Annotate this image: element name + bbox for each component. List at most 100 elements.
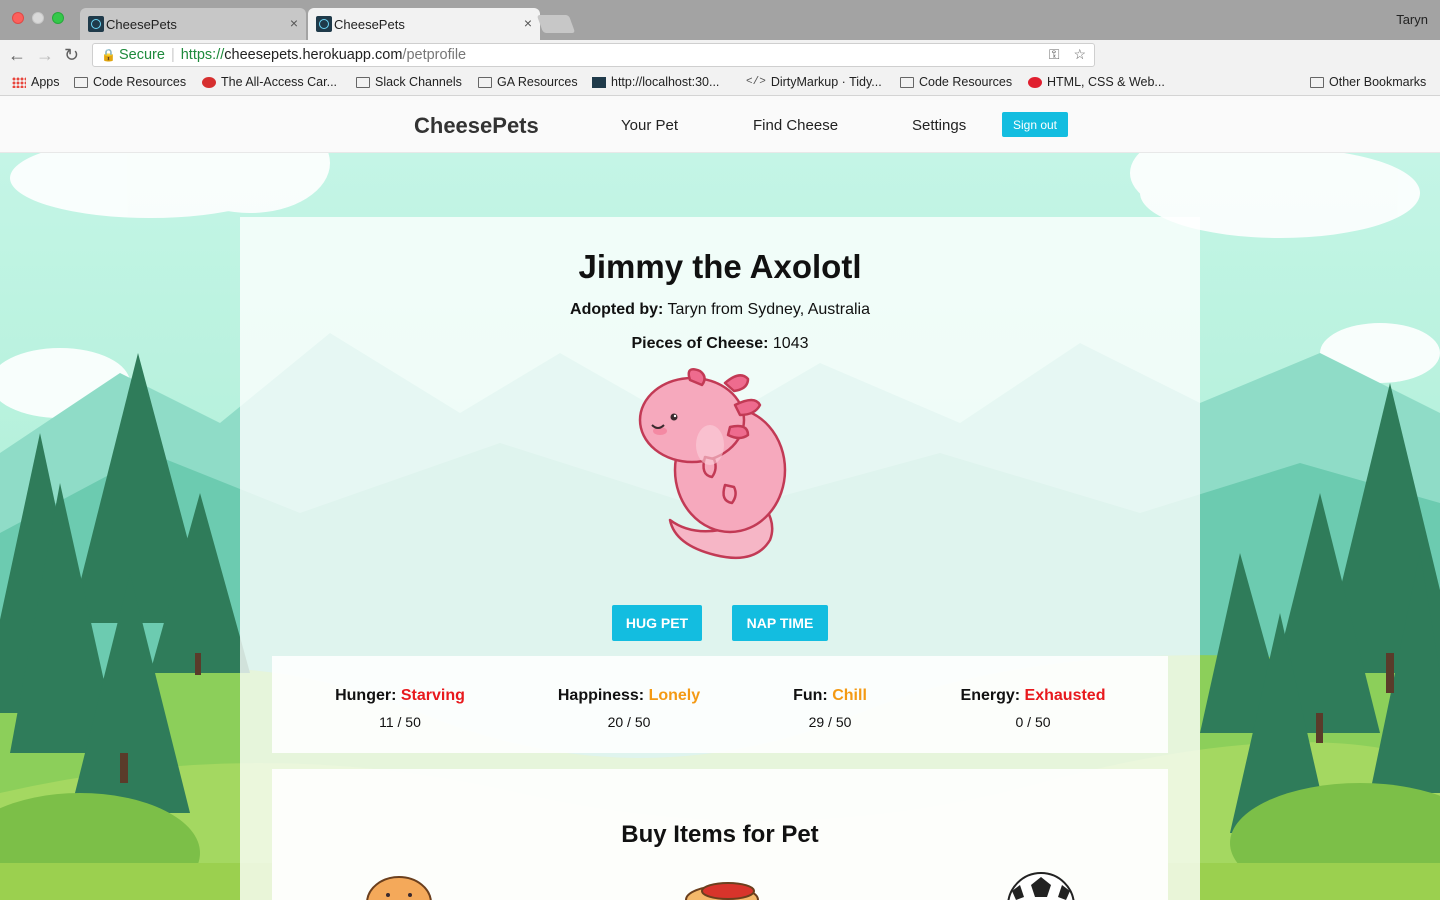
bookmark-folder[interactable]: Code Resources [900,75,1012,89]
hotdog-icon[interactable] [684,879,760,900]
nav-link-your-pet[interactable]: Your Pet [621,117,678,134]
browser-tab[interactable]: CheesePets × [80,8,306,40]
bookmark-label: http://localhost:30... [611,75,720,89]
pet-stats-panel: Hunger: Starving 11 / 50 Happiness: Lone… [272,656,1168,753]
bread-icon[interactable] [364,873,434,900]
tab-title: CheesePets [106,16,177,32]
stat-value: 0 / 50 [1015,714,1051,730]
adopted-by-value: Taryn from Sydney, Australia [667,301,870,318]
tab-title: CheesePets [334,16,405,32]
url-path: /petprofile [402,47,467,63]
bookmark-label: Code Resources [919,75,1013,89]
stat-fun: Fun: Chill 29 / 50 [720,687,940,730]
secure-label: Secure [119,47,165,63]
bookmarks-bar: Apps Code Resources The All-Access Car..… [0,70,1440,96]
nav-link-settings[interactable]: Settings [912,117,966,134]
adopted-by-line: Adopted by: Taryn from Sydney, Australia [240,301,1200,319]
bookmark-folder[interactable]: Slack Channels [356,75,462,89]
bookmark-label: Code Resources [93,75,187,89]
stat-value: 29 / 50 [808,714,852,730]
stat-value: 20 / 50 [607,714,651,730]
stat-label: Hunger: [335,687,397,704]
bookmark-link[interactable]: The All-Access Car... [202,75,337,89]
folder-icon [74,76,88,88]
bookmark-link[interactable]: HTML, CSS & Web... [1028,75,1165,89]
bookmark-folder[interactable]: GA Resources [478,75,578,89]
react-favicon-icon [316,16,332,32]
folder-icon [478,76,492,88]
bookmark-apps[interactable]: Apps [12,75,60,89]
axolotl-pet-image [638,368,787,560]
bookmark-label: Slack Channels [375,75,462,89]
window-minimize-button[interactable] [32,12,44,24]
bookmark-label: DirtyMarkup · Tidy... [770,75,882,89]
cheese-count-value: 1043 [772,335,809,352]
bookmark-link[interactable]: </> DirtyMarkup · Tidy... [746,75,882,89]
code-icon: </> [746,76,766,88]
site-icon [1028,76,1042,88]
stat-label-line: Happiness: Lonely [519,687,739,705]
react-favicon-icon [88,16,104,32]
stat-label: Fun: [793,687,828,704]
key-icon[interactable]: ⚿ [1049,46,1060,62]
stat-status: Lonely [648,687,701,704]
apps-grid-icon [12,76,26,88]
address-bar[interactable]: 🔒 Secure | https:// cheesepets.herokuapp… [92,43,1095,67]
app-navbar: CheesePets Your Pet Find Cheese Settings… [0,96,1440,153]
hug-pet-button[interactable]: HUG PET [612,605,702,641]
new-tab-button[interactable] [536,15,576,33]
stat-energy: Energy: Exhausted 0 / 50 [923,687,1143,730]
tab-close-icon[interactable]: × [290,15,298,31]
url-host: cheesepets.herokuapp.com [224,47,403,63]
bookmark-label: HTML, CSS & Web... [1047,75,1165,89]
cheese-count-label: Pieces of Cheese: [631,335,769,352]
brand-logo[interactable]: CheesePets [414,113,539,139]
stat-label: Energy: [960,687,1021,704]
browser-tab-bar: CheesePets × CheesePets × Taryn [0,0,1440,40]
folder-icon [1310,76,1324,88]
forward-arrow-icon[interactable]: → [36,44,54,66]
reload-icon[interactable]: ↻ [64,44,79,66]
stat-happiness: Happiness: Lonely 20 / 50 [519,687,739,730]
folder-icon [900,76,914,88]
sign-out-button[interactable]: Sign out [1002,112,1068,137]
folder-icon [356,76,370,88]
back-arrow-icon[interactable]: ← [8,44,26,66]
stat-status: Exhausted [1024,687,1106,704]
soccer-ball-icon[interactable] [1006,871,1076,900]
stat-label-line: Energy: Exhausted [923,687,1143,705]
bookmark-label: GA Resources [497,75,578,89]
tab-close-icon[interactable]: × [524,15,532,31]
bookmark-folder[interactable]: Code Resources [74,75,186,89]
bookmark-label: Other Bookmarks [1329,75,1427,89]
stat-value: 11 / 50 [379,714,421,730]
browser-tab-active[interactable]: CheesePets × [308,8,540,40]
stat-label-line: Hunger: Starving [290,687,510,705]
adopted-by-label: Adopted by: [570,301,664,318]
window-close-button[interactable] [12,12,24,24]
react-icon [592,76,606,88]
stat-status: Chill [832,687,867,704]
pet-name: Jimmy the Axolotl [578,248,862,285]
shop-title: Buy Items for Pet [621,821,819,848]
lock-icon: 🔒 [101,48,116,62]
shop-panel: Buy Items for Pet [272,769,1168,900]
nav-link-find-cheese[interactable]: Find Cheese [753,117,838,134]
bookmark-label: Apps [31,75,60,89]
window-maximize-button[interactable] [52,12,64,24]
browser-toolbar: ← → ↻ 🔒 Secure | https:// cheesepets.her… [0,40,1440,105]
address-separator: | [170,47,175,63]
url-scheme: https:// [180,47,225,63]
bookmark-link[interactable]: http://localhost:30... [592,75,719,89]
bookmark-other-folder[interactable]: Other Bookmarks [1310,75,1426,89]
bookmark-label: The All-Access Car... [221,75,338,89]
browser-profile-name[interactable]: Taryn [1396,12,1428,27]
site-icon [202,76,216,88]
stat-label: Happiness: [557,687,645,704]
stat-label-line: Fun: Chill [720,687,940,705]
nap-time-button[interactable]: NAP TIME [732,605,828,641]
cheese-count-line: Pieces of Cheese: 1043 [240,335,1200,353]
bookmark-star-icon[interactable]: ☆ [1073,46,1086,62]
stat-status: Starving [400,687,465,704]
stat-hunger: Hunger: Starving 11 / 50 [290,687,510,730]
